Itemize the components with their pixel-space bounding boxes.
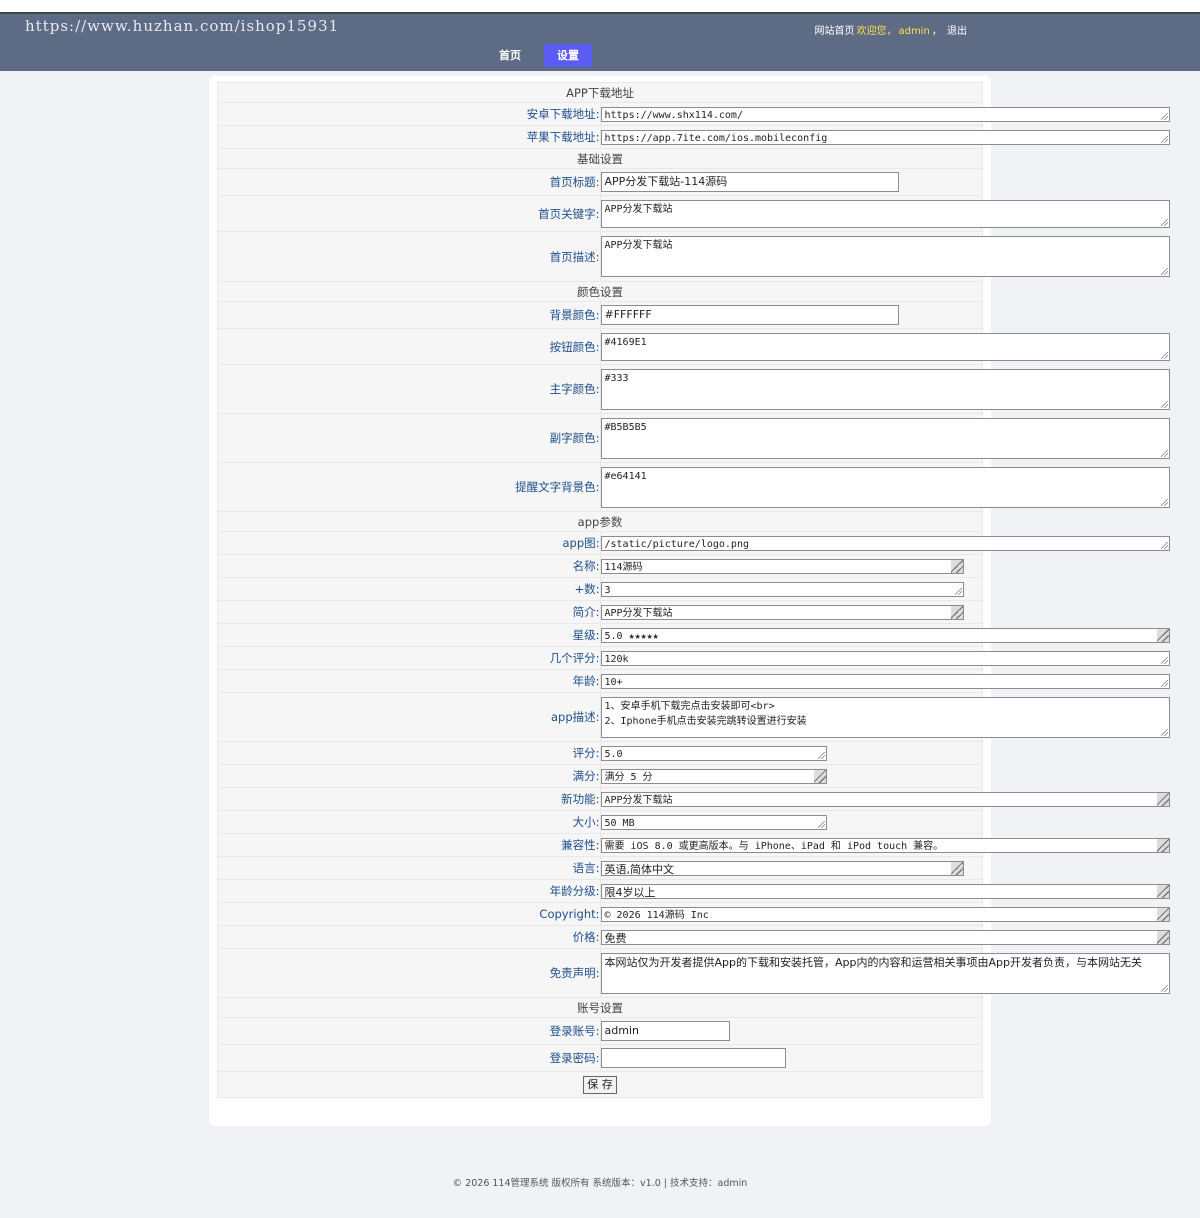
app-icon-label: app图:: [217, 531, 601, 555]
age-rating-label: 年龄分级:: [217, 879, 601, 903]
full-score-label: 满分:: [217, 764, 601, 788]
home-link[interactable]: 网站首页: [814, 26, 854, 37]
tab-home[interactable]: 首页: [489, 44, 531, 67]
size-input[interactable]: 50 MB: [600, 814, 827, 830]
age-rating-input[interactable]: 限4岁以上: [600, 883, 1170, 899]
disclaimer-textarea[interactable]: 本网站仅为开发者提供App的下载和安装托管，App内的内容和运营相关事项由App…: [600, 952, 1170, 994]
age-input[interactable]: 10+: [600, 673, 1170, 689]
settings-panel: APP下载地址 安卓下载地址: https://www.shx114.com/ …: [209, 76, 1170, 1126]
login-password-label: 登录密码:: [217, 1044, 601, 1072]
login-account-input[interactable]: admin: [600, 1021, 730, 1041]
new-features-input[interactable]: APP分发下载站: [600, 791, 1170, 807]
score-label: 评分:: [217, 741, 601, 765]
price-label: 价格:: [217, 925, 601, 949]
home-title-input[interactable]: APP分发下载站-114源码: [600, 172, 899, 192]
sub-text-color-textarea[interactable]: #B5B5B5: [600, 417, 1170, 459]
save-button[interactable]: 保 存: [583, 1075, 617, 1094]
section-app-download: APP下载地址: [217, 82, 983, 103]
copyright-input[interactable]: © 2026 114源码 Inc: [600, 906, 1170, 922]
btn-color-textarea[interactable]: #4169E1: [600, 332, 1170, 361]
main-text-color-textarea[interactable]: #333: [600, 368, 1170, 410]
android-url-label: 安卓下载地址:: [217, 102, 601, 126]
section-basic: 基础设置: [217, 148, 983, 169]
separator: ，: [931, 26, 942, 37]
ratings-count-label: 几个评分:: [217, 646, 601, 670]
language-input[interactable]: 英语,简体中文: [600, 860, 964, 876]
disclaimer-label: 免责声明:: [217, 948, 601, 998]
new-features-label: 新功能:: [217, 787, 601, 811]
name-input[interactable]: 114源码: [600, 558, 964, 574]
main-text-color-label: 主字颜色:: [217, 364, 601, 414]
btn-color-label: 按钮颜色:: [217, 328, 601, 365]
settings-form: APP下载地址 安卓下载地址: https://www.shx114.com/ …: [217, 82, 1170, 1098]
ratings-count-input[interactable]: 120k: [600, 650, 1170, 666]
compat-input[interactable]: 需要 iOS 8.0 或更高版本。与 iPhone、iPad 和 iPod to…: [600, 837, 1170, 853]
footer: © 2026 114管理系统 版权所有 系统版本：v1.0 | 技术支持：adm…: [0, 1150, 1200, 1210]
top-strip: [0, 0, 1200, 14]
login-password-input[interactable]: [600, 1048, 786, 1068]
intro-input[interactable]: APP分发下载站: [600, 604, 964, 620]
bg-color-input[interactable]: #FFFFFF: [600, 305, 899, 325]
android-url-input[interactable]: https://www.shx114.com/: [600, 106, 1170, 122]
copyright-label: Copyright:: [217, 902, 601, 926]
size-label: 大小:: [217, 810, 601, 834]
score-input[interactable]: 5.0: [600, 745, 827, 761]
app-desc-textarea[interactable]: 1、安卓手机下载完点击安装即可<br> 2、Iphone手机点击安装完跳转设置进…: [600, 696, 1170, 738]
language-label: 语言:: [217, 856, 601, 880]
app-desc-label: app描述:: [217, 692, 601, 742]
login-account-label: 登录账号:: [217, 1017, 601, 1045]
home-keywords-label: 首页关键字:: [217, 195, 601, 232]
stars-input[interactable]: 5.0 ★★★★★: [600, 627, 1170, 643]
plus-count-input[interactable]: 3: [600, 581, 964, 597]
ios-url-input[interactable]: https://app.7ite.com/ios.mobileconfig: [600, 129, 1170, 145]
main-nav: 首页 设置: [489, 44, 605, 67]
price-input[interactable]: 免费: [600, 929, 1170, 945]
full-score-input[interactable]: 满分 5 分: [600, 768, 827, 784]
home-title-label: 首页标题:: [217, 168, 601, 196]
watermark: https://www.huzhan.com/ishop15931: [25, 17, 340, 35]
alert-bg-color-label: 提醒文字背景色:: [217, 462, 601, 512]
alert-bg-color-textarea[interactable]: #e64141: [600, 466, 1170, 508]
welcome-text: 欢迎您，: [856, 26, 897, 37]
ios-url-label: 苹果下载地址:: [217, 125, 601, 149]
section-account: 账号设置: [217, 997, 983, 1018]
name-label: 名称:: [217, 554, 601, 578]
section-app-params: app参数: [217, 511, 983, 532]
compat-label: 兼容性:: [217, 833, 601, 857]
stars-label: 星级:: [217, 623, 601, 647]
app-icon-input[interactable]: /static/picture/logo.png: [600, 535, 1170, 551]
sub-text-color-label: 副字颜色:: [217, 413, 601, 463]
home-desc-label: 首页描述:: [217, 231, 601, 282]
home-keywords-textarea[interactable]: APP分发下载站: [600, 199, 1170, 228]
section-color: 颜色设置: [217, 281, 983, 302]
user-bar: 网站首页 欢迎您， admin， 退出: [813, 22, 968, 37]
bg-color-label: 背景颜色:: [217, 301, 601, 329]
tab-settings[interactable]: 设置: [544, 44, 592, 67]
home-desc-textarea[interactable]: APP分发下载站: [600, 236, 1170, 277]
intro-label: 简介:: [217, 600, 601, 624]
header: https://www.huzhan.com/ishop15931 网站首页 欢迎…: [0, 14, 1200, 71]
logout-link[interactable]: 退出: [947, 26, 967, 37]
age-label: 年龄:: [217, 669, 601, 693]
plus-count-label: +数:: [217, 577, 601, 601]
username: admin: [898, 26, 930, 37]
